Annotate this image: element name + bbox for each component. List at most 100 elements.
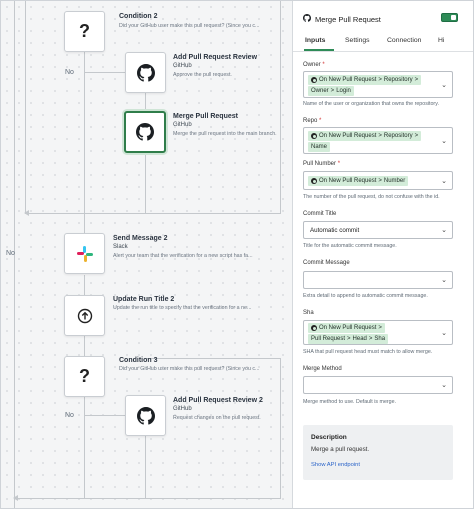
- pull-number-label: Pull Number *: [303, 161, 341, 167]
- node-description: Merge the pull request into the main bra…: [173, 131, 277, 137]
- github-icon: [136, 406, 155, 425]
- show-api-endpoint-link[interactable]: Show API endpoint: [311, 462, 360, 468]
- github-icon: [311, 325, 317, 331]
- node-subtitle: GitHub: [173, 406, 192, 412]
- connector-line: [145, 436, 146, 498]
- slack-action-node[interactable]: [64, 233, 105, 274]
- node-description: Request changes on the pull request.: [173, 415, 261, 421]
- connector-line: [25, 1, 26, 213]
- tab-settings[interactable]: Settings: [345, 37, 370, 44]
- commit-message-help: Extra detail to append to automatic comm…: [303, 293, 428, 299]
- chevron-down-icon: ⌄: [441, 178, 447, 185]
- node-description: Did your GitHub user make this pull requ…: [119, 23, 260, 29]
- commit-title-help: Title for the automatic commit message.: [303, 243, 397, 249]
- node-title: Add Pull Request Review 2: [173, 397, 263, 404]
- branch-label-no: No: [6, 250, 15, 257]
- chevron-down-icon: ⌄: [441, 138, 447, 145]
- connector-line: [145, 93, 146, 111]
- pull-number-field[interactable]: On New Pull Request > Number ⌄: [303, 171, 453, 190]
- workflow-canvas[interactable]: No No No ? Condition 2 Did your GitHub u…: [1, 1, 292, 508]
- toggle-knob: [451, 15, 456, 20]
- variable-pill: On New Pull Request >: [308, 323, 385, 333]
- arrow-up-circle-icon: [77, 308, 92, 323]
- step-enabled-toggle[interactable]: [441, 13, 458, 22]
- variable-pill: On New Pull Request > Number: [308, 176, 409, 186]
- connector-line: [280, 1, 281, 214]
- connector-line: [84, 275, 85, 295]
- panel-title: Merge Pull Request: [315, 15, 381, 24]
- variable-pill: Owner > Login: [308, 86, 354, 96]
- github-icon: [136, 63, 155, 82]
- connector-line: [84, 415, 125, 416]
- merge-method-help: Merge method to use. Default is merge.: [303, 399, 397, 405]
- sha-label: Sha: [303, 310, 314, 316]
- node-title: Condition 2: [119, 13, 158, 20]
- owner-help: Name of the user or organization that ow…: [303, 101, 439, 107]
- condition-node[interactable]: ?: [64, 356, 105, 397]
- node-title: Add Pull Request Review: [173, 54, 258, 61]
- connector-line: [84, 51, 85, 213]
- connector-line: [84, 72, 125, 73]
- node-subtitle: GitHub: [173, 63, 192, 69]
- variable-pill: On New Pull Request > Repository >: [308, 75, 422, 85]
- connector-arrow: [24, 210, 29, 216]
- pull-number-help: The number of the pull request, do not c…: [303, 194, 440, 200]
- condition-node[interactable]: ?: [64, 11, 105, 52]
- connector-line: [25, 213, 280, 214]
- chevron-down-icon: ⌄: [441, 227, 447, 234]
- sha-field[interactable]: On New Pull Request > Pull Request > Head >…: [303, 320, 453, 345]
- app-window: No No No ? Condition 2 Did your GitHub u…: [0, 0, 474, 509]
- connector-line: [280, 358, 281, 499]
- github-action-node[interactable]: [125, 395, 166, 436]
- repo-field[interactable]: On New Pull Request > Repository > Name ⌄: [303, 127, 453, 154]
- connector-arrow: [13, 495, 18, 501]
- question-icon: ?: [79, 366, 90, 386]
- tab-history[interactable]: Hi: [438, 37, 444, 44]
- branch-label-no: No: [65, 412, 74, 419]
- commit-title-value: Automatic commit: [310, 227, 360, 234]
- tab-inputs[interactable]: Inputs: [305, 37, 325, 44]
- slack-icon: [76, 245, 93, 262]
- commit-message-field[interactable]: ⌄: [303, 271, 453, 289]
- github-icon: [303, 14, 311, 22]
- repo-label: Repo *: [303, 118, 322, 124]
- node-description: Approve the pull request.: [173, 72, 232, 78]
- merge-method-select[interactable]: ⌄: [303, 376, 453, 394]
- commit-title-field[interactable]: Automatic commit ⌄: [303, 221, 453, 239]
- panel-tabs: Inputs Settings Connection Hi: [293, 31, 473, 52]
- update-title-node[interactable]: [64, 295, 105, 336]
- chevron-down-icon: ⌄: [441, 330, 447, 337]
- chevron-down-icon: ⌄: [441, 382, 447, 389]
- node-subtitle: Slack: [113, 244, 128, 250]
- variable-pill: Pull Request > Head > Sha: [308, 334, 389, 344]
- github-icon: [136, 123, 154, 141]
- merge-method-label: Merge Method: [303, 366, 342, 372]
- node-description: Alert your team that the verification fo…: [113, 253, 253, 259]
- description-text: Merge a pull request.: [311, 446, 370, 453]
- owner-field[interactable]: On New Pull Request > Repository > Owner > …: [303, 71, 453, 98]
- node-description: Did your GitHub user make this pull requ…: [119, 366, 260, 372]
- variable-pill: On New Pull Request > Repository >: [308, 131, 422, 141]
- tab-connection[interactable]: Connection: [387, 37, 421, 44]
- connector-line: [84, 213, 85, 233]
- node-description: Update the run title to specify that the…: [113, 305, 252, 311]
- github-icon: [311, 77, 317, 83]
- node-subtitle: GitHub: [173, 122, 192, 128]
- node-title: Update Run Title 2: [113, 296, 175, 303]
- branch-label-no: No: [65, 69, 74, 76]
- panel-header: Merge Pull Request: [293, 1, 473, 31]
- variable-pill: Name: [308, 142, 331, 152]
- github-action-node[interactable]: [125, 52, 166, 93]
- node-title: Merge Pull Request: [173, 113, 238, 120]
- connector-line: [84, 397, 85, 498]
- connector-line: [84, 336, 85, 356]
- owner-label: Owner *: [303, 62, 325, 68]
- github-icon: [311, 133, 317, 139]
- github-action-node-selected[interactable]: [124, 111, 166, 153]
- question-icon: ?: [79, 21, 90, 41]
- connector-line: [145, 358, 280, 359]
- step-config-panel: Merge Pull Request Inputs Settings Conne…: [292, 1, 473, 508]
- node-title: Send Message 2: [113, 235, 168, 242]
- connector-line: [14, 498, 280, 499]
- connector-line: [145, 153, 146, 213]
